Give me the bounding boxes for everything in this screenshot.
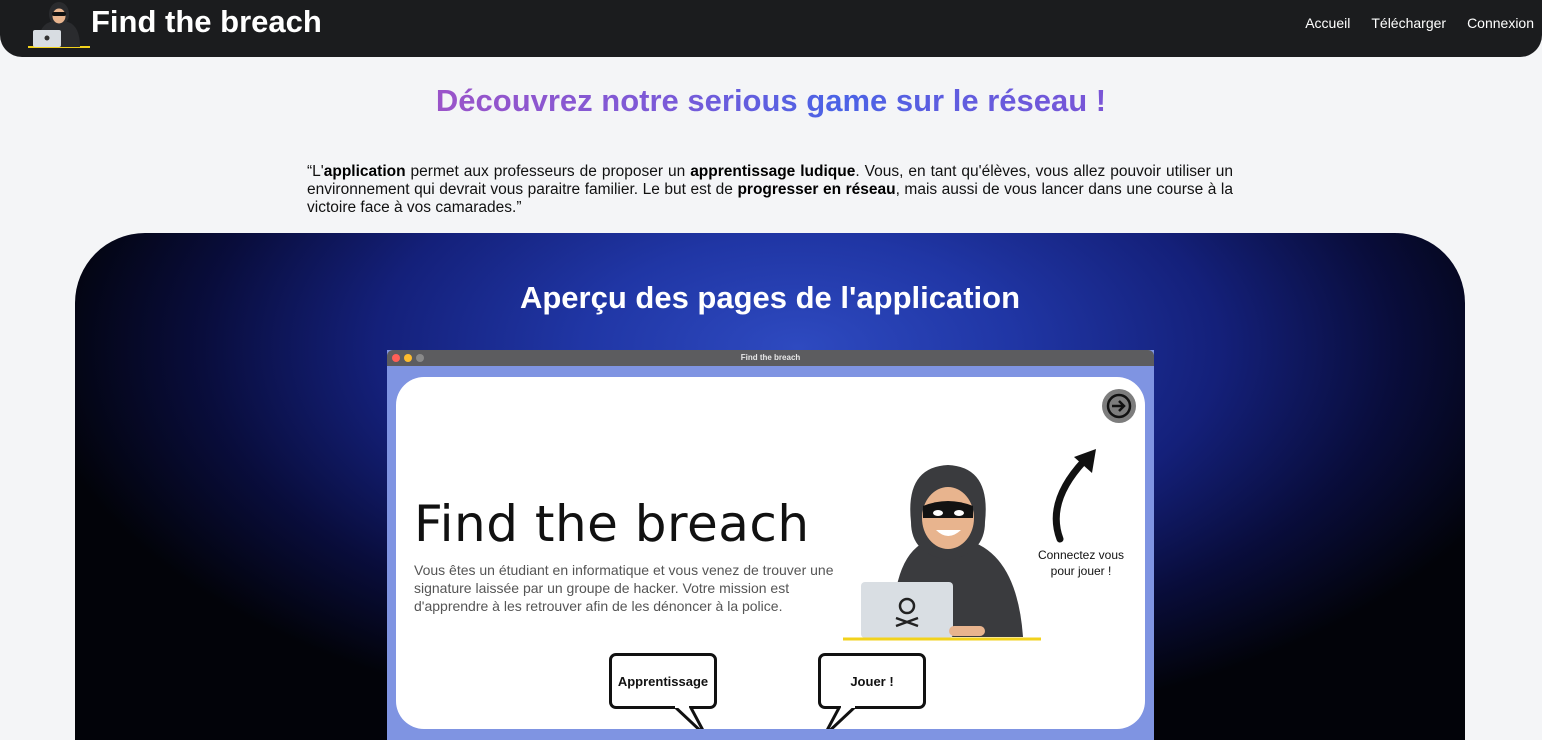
login-arrow-icon [1106, 393, 1132, 419]
hacker-illustration [843, 465, 1041, 641]
navbar: Find the breach Accueil Télécharger Conn… [0, 0, 1542, 57]
learn-button-label: Apprentissage [617, 673, 709, 689]
app-home-card: Connectez vous pour jouer ! Find the bre… [396, 377, 1145, 729]
nav-link-connexion[interactable]: Connexion [1467, 15, 1534, 31]
quote-bold-application: application [323, 163, 406, 180]
card-title: Find the breach [414, 495, 810, 553]
intro-quote: “L'application permet aux professeurs de… [307, 163, 1233, 217]
quote-bold-reseau: progresser en réseau [737, 181, 896, 198]
card-description: Vous êtes un étudiant en informatique et… [414, 562, 834, 614]
site-title[interactable]: Find the breach [91, 4, 322, 40]
learn-button[interactable]: Apprentissage [609, 653, 717, 709]
hacker-logo-icon[interactable] [28, 0, 90, 50]
window-titlebar: Find the breach [387, 350, 1154, 366]
nav-links: Accueil Télécharger Connexion [1305, 15, 1534, 31]
quote-text-1: permet aux professeurs de proposer un [405, 163, 691, 180]
app-preview-window: Find the breach Connectez vous pour joue… [387, 350, 1154, 740]
nav-link-telecharger[interactable]: Télécharger [1371, 15, 1446, 31]
speech-tail-icon [671, 706, 704, 729]
preview-section: Aperçu des pages de l'application Find t… [75, 233, 1465, 740]
play-button-label: Jouer ! [850, 673, 894, 689]
page-headline-text: Découvrez notre serious game sur le rése… [435, 83, 1107, 118]
speech-tail-icon [826, 706, 859, 729]
nav-link-accueil[interactable]: Accueil [1305, 15, 1350, 31]
quote-open: “L' [307, 163, 324, 180]
page-headline: Découvrez notre serious game sur le rése… [0, 83, 1542, 119]
window-title: Find the breach [740, 353, 801, 362]
preview-section-title: Aperçu des pages de l'application [519, 280, 1021, 315]
quote-bold-ludique: apprentissage ludique [690, 163, 856, 180]
curved-arrow-icon [1052, 449, 1096, 543]
play-button[interactable]: Jouer ! [818, 653, 926, 709]
login-button[interactable] [1102, 389, 1136, 423]
